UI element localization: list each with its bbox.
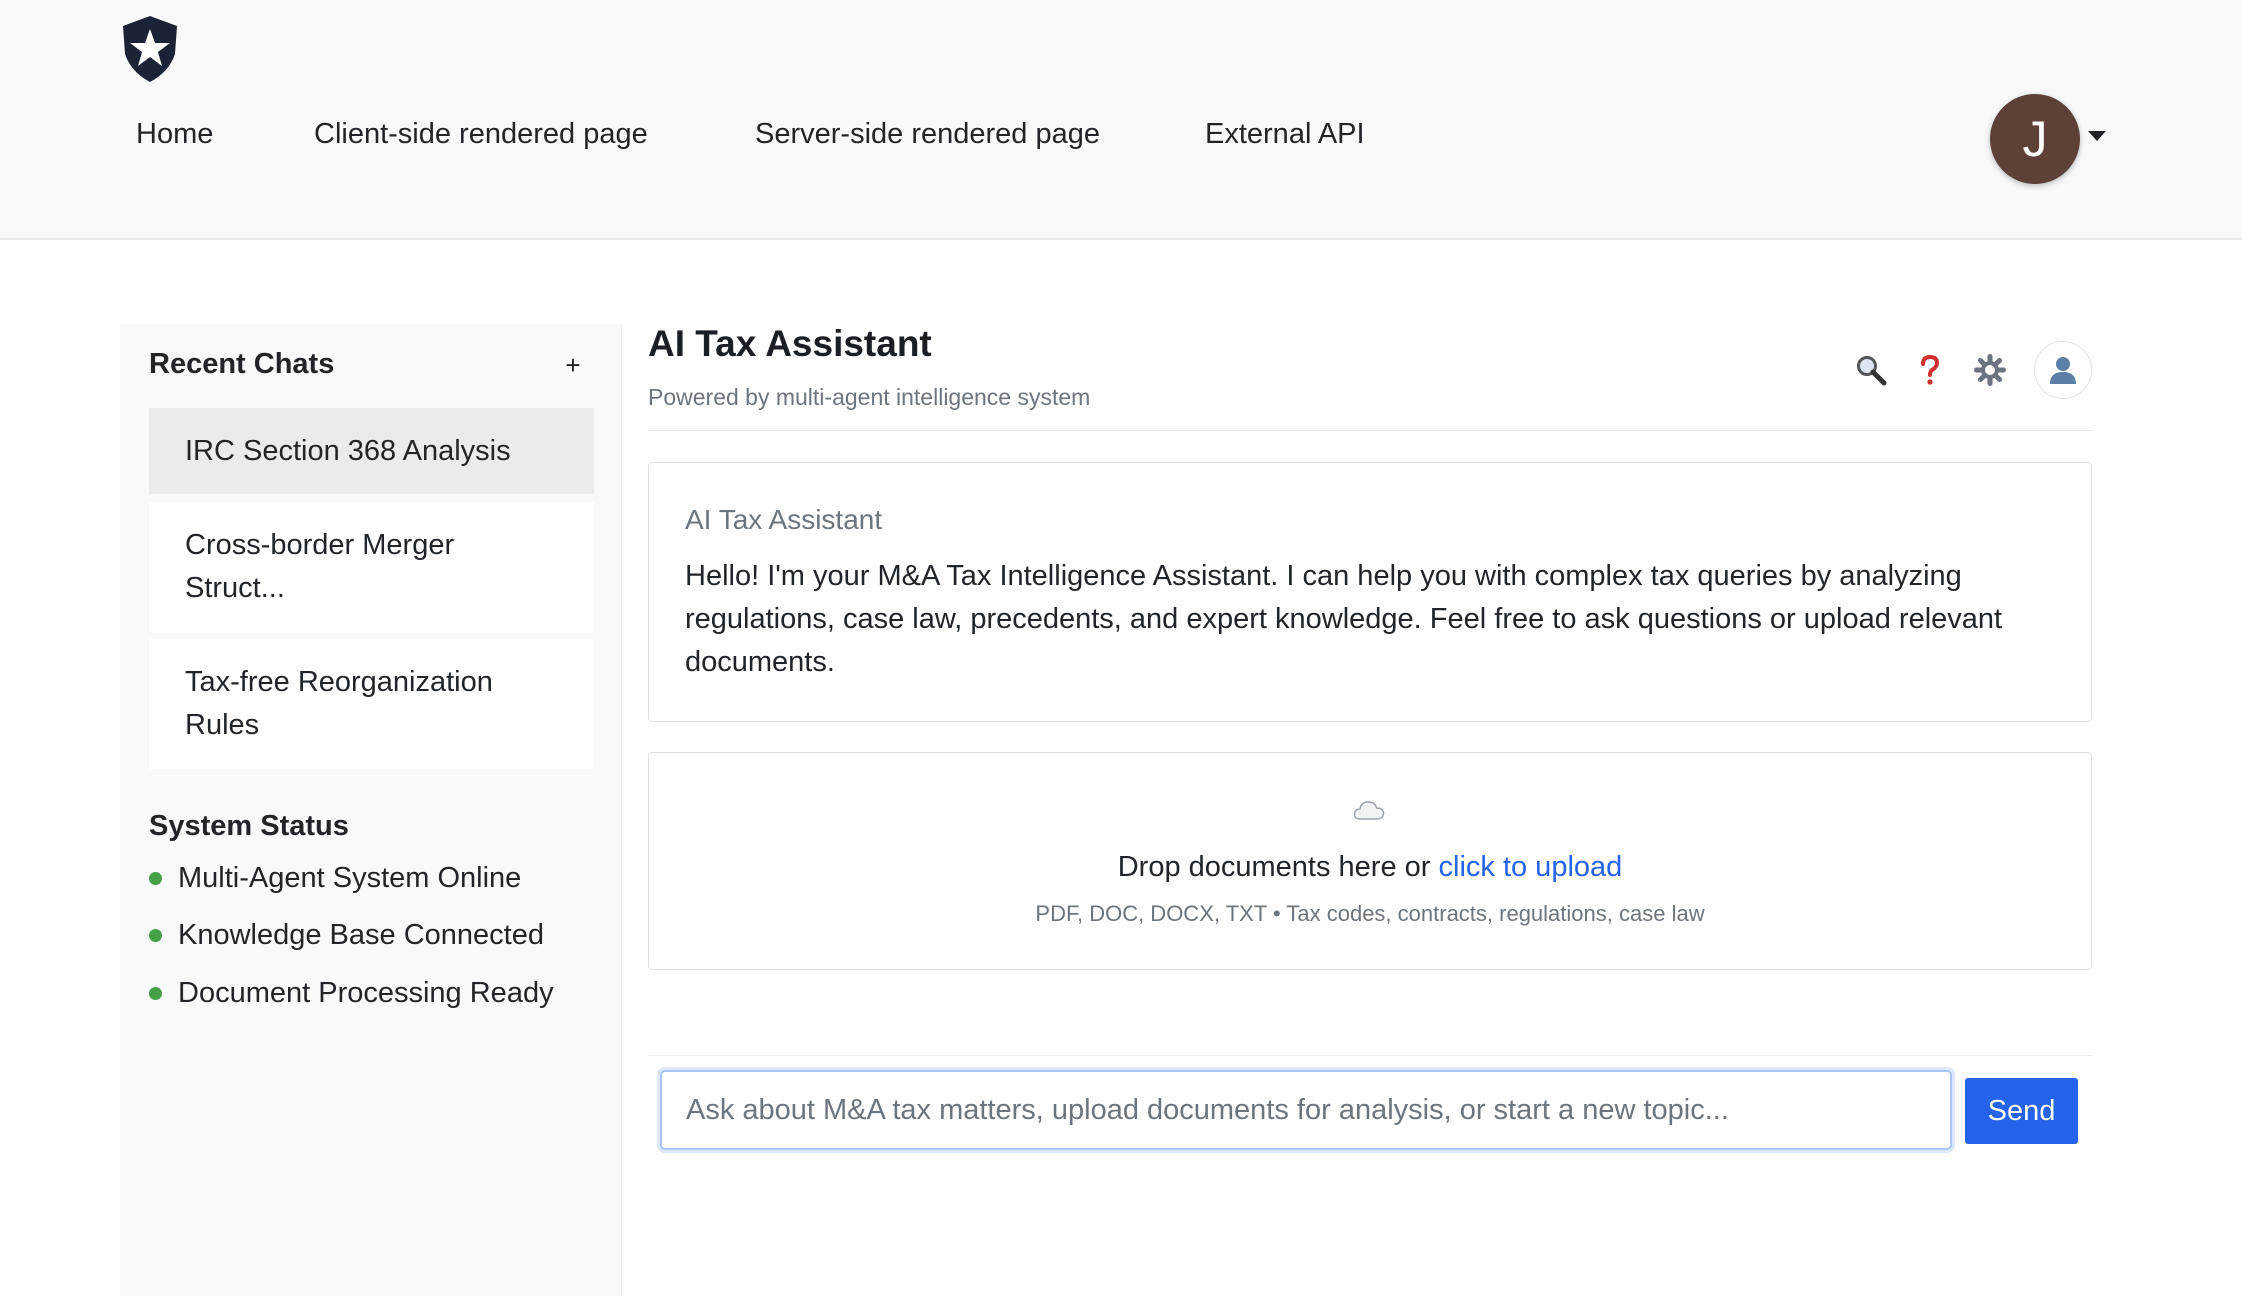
status-dot-icon	[149, 872, 162, 885]
upload-file-types: PDF, DOC, DOCX, TXT • Tax codes, contrac…	[1035, 901, 1705, 926]
new-chat-button[interactable]: +	[558, 350, 588, 380]
status-item: Multi-Agent System Online	[149, 862, 521, 895]
shield-star-logo-icon[interactable]	[119, 16, 181, 82]
recent-chats-heading: Recent Chats	[149, 348, 335, 380]
upload-link[interactable]: click to upload	[1439, 851, 1623, 883]
status-item: Knowledge Base Connected	[149, 919, 544, 952]
send-button[interactable]: Send	[1965, 1078, 2078, 1144]
page-title: AI Tax Assistant	[648, 323, 932, 364]
status-dot-icon	[149, 987, 162, 1000]
assistant-message: AI Tax Assistant Hello! I'm your M&A Tax…	[648, 462, 2092, 722]
chevron-down-icon[interactable]	[2088, 131, 2106, 141]
user-icon	[2050, 357, 2076, 384]
sidebar: Recent Chats + IRC Section 368 Analysis …	[120, 324, 622, 1296]
nav-link-home[interactable]: Home	[136, 118, 213, 151]
chat-item-label: Tax-free Reorganization Rules	[185, 666, 493, 741]
header-divider	[648, 430, 2092, 431]
chat-input[interactable]	[660, 1070, 1952, 1150]
message-text: Hello! I'm your M&A Tax Intelligence Ass…	[685, 560, 2003, 678]
chat-item-label: IRC Section 368 Analysis	[185, 434, 511, 467]
status-item-label: Knowledge Base Connected	[178, 919, 544, 951]
system-status-heading: System Status	[149, 810, 349, 842]
upload-prompt: Drop documents here or	[1117, 851, 1439, 883]
user-avatar[interactable]: J	[1990, 94, 2080, 184]
upload-dropzone[interactable]: Drop documents here or click to upload P…	[648, 752, 2092, 970]
profile-button[interactable]	[2034, 341, 2092, 399]
composer-divider	[648, 1055, 2092, 1056]
cloud-icon	[1353, 801, 1385, 820]
search-icon[interactable]	[1851, 350, 1891, 390]
status-item: Document Processing Ready	[149, 977, 554, 1010]
upload-instructions: Drop documents here or click to upload	[649, 851, 2091, 884]
status-item-label: Multi-Agent System Online	[178, 862, 522, 894]
settings-icon[interactable]	[1970, 350, 2010, 390]
page-subtitle: Powered by multi-agent intelligence syst…	[648, 384, 1091, 410]
nav-link-client-side[interactable]: Client-side rendered page	[314, 118, 648, 151]
help-icon[interactable]	[1910, 350, 1950, 390]
nav-link-server-side[interactable]: Server-side rendered page	[755, 118, 1100, 151]
status-item-label: Document Processing Ready	[178, 977, 554, 1009]
nav-link-external-api[interactable]: External API	[1205, 118, 1365, 151]
chat-item[interactable]: Tax-free Reorganization Rules	[149, 639, 594, 769]
chat-item[interactable]: IRC Section 368 Analysis	[149, 408, 594, 494]
chat-item[interactable]: Cross-border Merger Struct...	[149, 502, 594, 632]
status-dot-icon	[149, 929, 162, 942]
chat-item-label: Cross-border Merger Struct...	[185, 529, 455, 604]
top-navbar: Home Client-side rendered page Server-si…	[0, 0, 2242, 240]
message-sender: AI Tax Assistant	[685, 504, 883, 535]
